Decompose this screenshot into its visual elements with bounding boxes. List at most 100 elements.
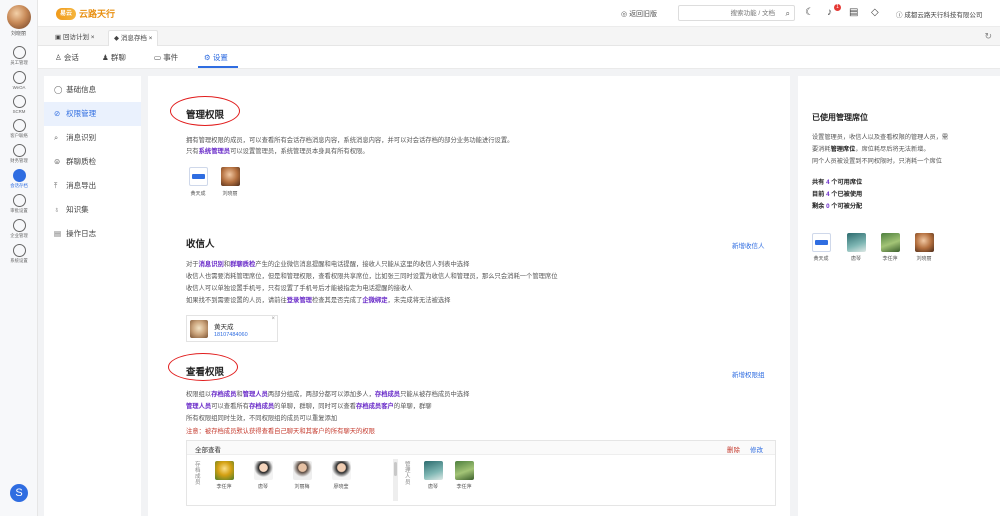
search-icon[interactable]: ⌕ — [786, 9, 790, 19]
shield-icon: ⊘ — [54, 109, 61, 118]
window-tab-strip: ▣ 回访计划 × ◆ 消息存档 × ↻ — [38, 27, 1000, 46]
archive-member-name-3: 刘丽梅 — [294, 484, 310, 490]
calendar-icon: ▣ — [55, 34, 62, 41]
close-icon[interactable]: × — [271, 316, 275, 322]
archive-member-avatar-4[interactable] — [332, 461, 351, 480]
rail-item-scrm[interactable]: SCRM — [0, 92, 38, 116]
info-icon: ◯ — [54, 85, 63, 94]
rail-item-enterprise[interactable]: 企业管理 — [0, 216, 38, 241]
receiver-card[interactable]: × 黄天成 18107484060 — [186, 315, 278, 342]
admin-avatar-1[interactable] — [189, 167, 208, 186]
left-rail: 刘晓丽 员工管理 WeOA SCRM 客户联络 财务管理 会话存档 审批设置 企… — [0, 0, 38, 516]
contact-icon — [12, 119, 26, 132]
back-home-link[interactable]: ◎ 返回旧版 — [621, 9, 657, 19]
theme-moon-icon[interactable]: ☾ — [805, 7, 814, 18]
menu-item-group-inspection[interactable]: ⊜ 群聊质检 — [44, 150, 141, 174]
tab-group-chat[interactable]: ♟ 群聊 — [102, 52, 126, 63]
admin-desc-1: 拥有管理权限的成员，可以查看所有会话存档消息内容，系统消息内容，并可以对会话存档… — [186, 137, 514, 144]
group-icon: ⊜ — [54, 157, 61, 166]
delete-group-button[interactable]: 删除 — [727, 444, 740, 454]
logo-mark: 易云 — [56, 7, 76, 20]
tab-events[interactable]: ▭ 事件 — [154, 52, 178, 63]
menu-item-basic-info[interactable]: ◯ 基础信息 — [44, 78, 141, 102]
archive-member-name-4: 廖晓莹 — [333, 484, 349, 490]
menu-item-message-export[interactable]: ⤒ 消息导出 — [44, 174, 141, 198]
search-input[interactable] — [679, 6, 775, 20]
archive-members-scrollbar[interactable] — [393, 459, 398, 501]
receiver-name: 黄天成 — [214, 324, 234, 331]
view-warning: 注意：被存档成员默认获得查看自己聊天和其客户的所有聊天的权限 — [186, 428, 375, 435]
finance-icon — [12, 144, 26, 157]
rail-item-archive[interactable]: 会话存档 — [0, 166, 38, 191]
window-tab-archive[interactable]: ◆ 消息存档 × — [108, 30, 159, 46]
menu-item-knowledge[interactable]: ♁ 知识集 — [44, 198, 141, 222]
tab-settings[interactable]: ⚙ 设置 — [204, 52, 228, 63]
receiver-avatar — [190, 320, 208, 338]
seat-desc-2: 要消耗管理席位，席位耗尽后将无法新增。 — [812, 146, 930, 153]
archive-icon — [12, 169, 26, 182]
notification-badge: 1 — [834, 4, 841, 11]
archive-member-avatar-2[interactable] — [254, 461, 273, 480]
add-permission-group-link[interactable]: 新增权限组 — [732, 369, 765, 379]
seat-member-avatar-4[interactable] — [915, 233, 934, 252]
manager-avatar-2[interactable] — [455, 461, 474, 480]
seat-usage-panel: 已使用管理席位 设置管理员，收信人以及查看权限的管理人员，需 要消耗管理席位，席… — [798, 76, 1000, 516]
seat-member-name-3: 李任萍 — [882, 256, 898, 262]
receiver-section-title: 收信人 — [186, 239, 215, 250]
document-icon[interactable]: ▤ — [849, 7, 858, 18]
edit-group-button[interactable]: 修改 — [750, 444, 763, 454]
seat-panel-title: 已使用管理席位 — [812, 113, 868, 122]
seat-total: 共有 4 个可用席位 — [812, 179, 863, 186]
seat-member-name-2: 唐琴 — [850, 256, 861, 262]
close-icon[interactable]: × — [91, 34, 95, 41]
rail-item-system[interactable]: 系统设置 — [0, 241, 38, 266]
person-icon: ♙ — [55, 53, 62, 62]
admin-avatar-2[interactable] — [221, 167, 240, 186]
knowledge-icon: ♁ — [54, 205, 60, 214]
seat-remaining: 剩余 0 个可被分配 — [812, 203, 863, 210]
seat-used: 目前 4 个已被使用 — [812, 191, 863, 198]
archive-member-name-2: 唐琴 — [257, 484, 268, 490]
user-circle-icon: ⓘ — [896, 12, 903, 19]
view-section-title: 查看权限 — [186, 367, 225, 378]
user-avatar[interactable] — [6, 5, 31, 29]
app-logo-icon[interactable]: S — [10, 484, 28, 502]
bell-icon[interactable]: ♪ — [827, 7, 832, 18]
view-desc-3: 所有权限组同时生效，不同权限组的成员可以重复添加 — [186, 415, 338, 422]
archive-member-avatar-3[interactable] — [293, 461, 312, 480]
enterprise-icon — [12, 219, 26, 232]
rail-item-finance[interactable]: 财务管理 — [0, 141, 38, 166]
archive-member-avatar-1[interactable] — [215, 461, 234, 480]
search-box[interactable]: ⌕ — [678, 5, 795, 21]
seat-member-avatar-1[interactable] — [812, 233, 831, 252]
admin-name-2: 刘晓丽 — [222, 191, 238, 197]
close-icon[interactable]: × — [149, 35, 153, 42]
tab-session[interactable]: ♙ 会话 — [55, 52, 79, 63]
add-receiver-link[interactable]: 新增收信人 — [732, 240, 765, 250]
active-tab-underline — [198, 66, 238, 68]
export-icon: ⤒ — [54, 181, 58, 190]
receiver-desc-4: 如果找不到需要设置的人员，请前往登录管理检查其是否完成了企微绑定，未完成将无法被… — [186, 297, 451, 304]
seat-member-avatar-2[interactable] — [847, 233, 866, 252]
brand-logo[interactable]: 易云 云路天行 — [56, 7, 115, 20]
seat-member-avatar-3[interactable] — [881, 233, 900, 252]
menu-item-operation-log[interactable]: ▤ 操作日志 — [44, 222, 141, 246]
menu-item-message-recognition[interactable]: ⌕ 消息识别 — [44, 126, 141, 150]
seat-desc-3: 同个人员被设置到不同权限时，只消耗一个席位 — [812, 158, 942, 165]
diamond-icon[interactable]: ◇ — [871, 7, 879, 18]
admin-section-title: 管理权限 — [186, 110, 225, 121]
rail-item-approval[interactable]: 审批设置 — [0, 191, 38, 216]
receiver-phone[interactable]: 18107484060 — [214, 332, 248, 338]
window-tab-followup[interactable]: ▣ 回访计划 × — [50, 30, 100, 46]
manager-avatar-1[interactable] — [424, 461, 443, 480]
menu-item-permission[interactable]: ⊘ 权限管理 — [44, 102, 141, 126]
rail-item-weoa[interactable]: WeOA — [0, 68, 38, 92]
manager-name-1: 唐琴 — [427, 484, 438, 490]
user-name: 刘晓丽 — [10, 31, 26, 37]
seat-member-name-1: 黄天成 — [813, 256, 829, 262]
rail-item-contact[interactable]: 客户联络 — [0, 116, 38, 141]
manager-name-2: 李任萍 — [456, 484, 472, 490]
rail-item-staff[interactable]: 员工管理 — [0, 43, 38, 68]
company-name[interactable]: ⓘ 成都云路天行科技有限公司 — [896, 9, 982, 19]
refresh-icon[interactable]: ↻ — [984, 31, 992, 42]
